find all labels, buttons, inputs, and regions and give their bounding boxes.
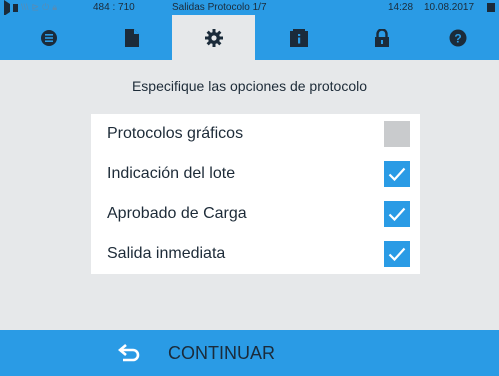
status-icons: \\\ ⊵ ⏻ 🔒︎ [4, 0, 57, 16]
option-row-load-approval[interactable]: Aprobado de Carga [91, 194, 420, 234]
lock-small-icon: 🔒︎ [52, 2, 57, 12]
power-icon: ⏻ [42, 2, 50, 12]
option-row-graphic-protocols[interactable]: Protocolos gráficos [91, 114, 420, 154]
page-prompt: Especifique las opciones de protocolo [131, 78, 368, 94]
gear-icon [204, 28, 223, 47]
tab-settings[interactable] [172, 15, 255, 60]
return-arrow-icon [118, 344, 140, 362]
lock-icon [374, 28, 389, 47]
checkmark-icon [388, 247, 406, 262]
clock-date: 10.08.2017 [424, 2, 475, 13]
option-label: Aprobado de Carga [107, 205, 247, 222]
list-icon [40, 29, 57, 46]
tab-bar: ? [0, 15, 499, 60]
checkbox-graphic-protocols[interactable] [384, 121, 410, 147]
continue-button[interactable]: CONTINUAR [0, 330, 499, 376]
option-row-batch-indication[interactable]: Indicación del lote [91, 154, 420, 194]
checkbox-batch-indication[interactable] [384, 161, 410, 187]
waves-icon: \\\ [21, 2, 29, 12]
tab-list[interactable] [7, 15, 90, 60]
help-icon: ? [449, 29, 466, 46]
option-row-immediate-output[interactable]: Salida inmediata [91, 234, 420, 274]
checkbox-load-approval[interactable] [384, 201, 410, 227]
status-bar: \\\ ⊵ ⏻ 🔒︎ 484 : 710 Salidas Protocolo 1… [0, 0, 499, 16]
clock-time: 14:28 [388, 2, 414, 13]
status-square-icon [487, 3, 495, 12]
checkmark-icon [388, 167, 406, 182]
continue-label: CONTINUAR [168, 343, 275, 363]
option-label: Protocolos gráficos [107, 125, 244, 142]
play-icon [4, 0, 10, 16]
document-icon [124, 28, 139, 47]
option-label: Salida inmediata [107, 245, 226, 262]
tab-document[interactable] [90, 15, 173, 60]
tab-help[interactable]: ? [416, 15, 499, 60]
svg-text:?: ? [454, 31, 461, 45]
info-folder-icon [289, 28, 308, 47]
checkbox-immediate-output[interactable] [384, 241, 410, 267]
options-panel: Protocolos gráficos Indicación del lote … [91, 114, 420, 274]
tab-lock[interactable] [340, 15, 423, 60]
checkmark-icon [388, 207, 406, 222]
cycle-counter: 484 : 710 [93, 2, 135, 13]
file-icon [13, 3, 18, 12]
tab-info[interactable] [257, 15, 340, 60]
screen-title: Salidas Protocolo 1/7 [172, 2, 267, 13]
chart-icon: ⊵ [31, 2, 40, 12]
option-label: Indicación del lote [107, 165, 236, 182]
